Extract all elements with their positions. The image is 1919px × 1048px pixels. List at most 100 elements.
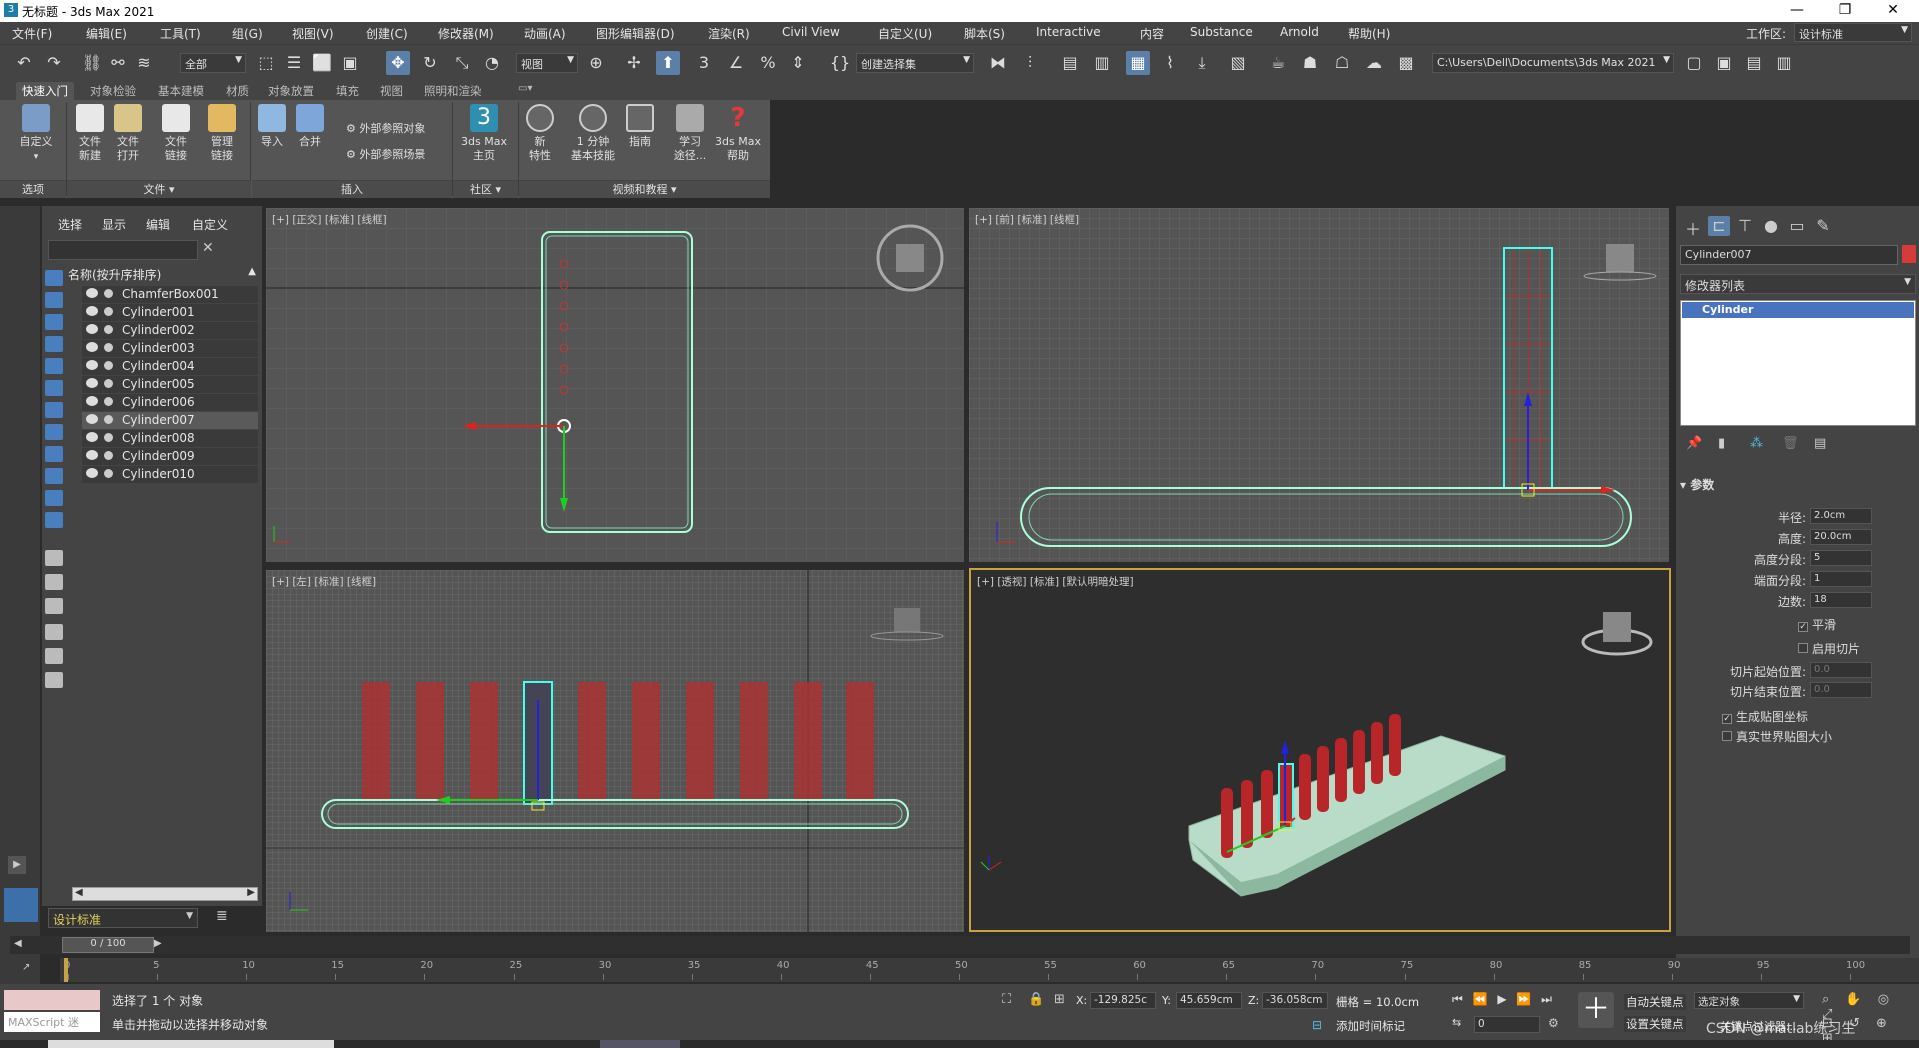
time-slider[interactable]: 0 / 100 (62, 937, 154, 953)
xref-object-button[interactable]: ⚙ 外部参照对象 (346, 120, 425, 136)
utilities-tab-icon[interactable]: ✎ (1812, 216, 1834, 236)
project-save-icon[interactable]: ▤ (1742, 51, 1766, 75)
render-setup-icon[interactable]: ▧ (1226, 51, 1250, 75)
tab-quick-start[interactable]: 快速入门 (16, 82, 74, 100)
slice-to-field[interactable]: 0.0 (1810, 682, 1872, 698)
time-cursor[interactable] (64, 958, 68, 982)
visibility-eye-icon[interactable] (86, 396, 98, 406)
visibility-eye-icon[interactable] (86, 450, 98, 460)
display-tab-icon[interactable]: ▭ (1786, 216, 1808, 236)
restore-button[interactable]: ❐ (1822, 0, 1868, 22)
display-references-icon[interactable] (45, 574, 63, 590)
schematic-view-icon[interactable]: ⌇ (1158, 51, 1182, 75)
freeze-dot-icon[interactable] (104, 451, 113, 460)
tab-lighting-rendering[interactable]: 照明和渲染 (418, 82, 488, 100)
filter-spacewarps-icon[interactable] (45, 380, 63, 396)
set-key-big-icon[interactable]: ＋ (1578, 992, 1614, 1028)
group-videos[interactable]: 视频和教程 ▾ (519, 180, 770, 198)
angle-snap-icon[interactable]: ∠ (724, 51, 748, 75)
workspace-dropdown[interactable]: 设计标准 ▼ (1794, 23, 1912, 42)
menu-content[interactable]: 内容 (1140, 25, 1164, 42)
one-minute-button[interactable]: 1 分钟 基本技能 (566, 104, 620, 163)
param-spinner[interactable]: 18 (1810, 592, 1872, 608)
render-production-icon[interactable]: ☗ (1298, 51, 1322, 75)
create-tab-icon[interactable]: ＋ (1682, 216, 1704, 239)
viewport-front[interactable]: [+] [前] [标准] [线框] (969, 208, 1669, 562)
clear-search-icon[interactable]: ✕ (202, 240, 214, 256)
viewport-top-label[interactable]: [+] [正交] [标准] [线框] (272, 212, 387, 227)
scroll-left-icon[interactable]: ◀ (75, 887, 83, 898)
show-end-result-icon[interactable]: ▮ (1718, 436, 1725, 451)
unlink-icon[interactable]: ⚯ (106, 51, 130, 75)
track-bar[interactable]: 0510152025303540455055606570758085909510… (60, 958, 1919, 982)
slice-on-checkbox[interactable]: 启用切片 (1798, 640, 1860, 657)
visibility-eye-icon[interactable] (86, 306, 98, 316)
filter-lights-icon[interactable] (45, 314, 63, 330)
smooth-checkbox[interactable]: ✓ 平滑 (1798, 616, 1836, 633)
freeze-dot-icon[interactable] (104, 469, 113, 478)
viewport-layout-icon[interactable] (4, 888, 38, 922)
align-icon[interactable]: ⫶ (1018, 51, 1042, 75)
freeze-dot-icon[interactable] (104, 325, 113, 334)
toggle-ribbon-icon[interactable]: ▥ (1090, 51, 1114, 75)
explorer-workspace-dropdown[interactable]: 设计标准 ▼ (48, 908, 198, 928)
spinner-snap-icon[interactable]: ⇕ (786, 51, 810, 75)
keyboard-shortcut-icon[interactable]: ⬆ (656, 51, 680, 75)
visibility-eye-icon[interactable] (86, 324, 98, 334)
select-by-name-icon[interactable]: ☰ (282, 51, 306, 75)
display-children-icon[interactable] (45, 550, 63, 566)
viewport-top[interactable]: [+] [正交] [标准] [线框] (266, 208, 964, 562)
visibility-eye-icon[interactable] (86, 378, 98, 388)
modifier-stack-item[interactable]: Cylinder (1682, 302, 1914, 318)
layer-stack-icon[interactable]: ≣ (216, 908, 228, 924)
param-spinner[interactable]: 1 (1810, 571, 1872, 587)
mirror-icon[interactable]: ⧓ (986, 51, 1010, 75)
menu-civil-view[interactable]: Civil View (782, 25, 840, 39)
freeze-dot-icon[interactable] (104, 289, 113, 298)
max-home-button[interactable]: 3 3ds Max 主页 (456, 104, 512, 163)
select-manipulate-icon[interactable]: ✢ (622, 51, 646, 75)
explorer-row[interactable]: Cylinder001 (82, 304, 258, 321)
filter-shapes-icon[interactable] (45, 292, 63, 308)
configure-sets-icon[interactable]: ▤ (1814, 436, 1826, 451)
menu-help[interactable]: 帮助(H) (1348, 25, 1390, 42)
z-coordinate-field[interactable]: -36.058cm (1262, 992, 1328, 1009)
select-object-icon[interactable]: ⬚ (254, 51, 278, 75)
rect-selection-icon[interactable]: ⬜ (310, 51, 334, 75)
placement-icon[interactable]: ◔ (480, 51, 504, 75)
expand-panel-icon[interactable]: ▶ (8, 856, 26, 874)
explorer-row[interactable]: Cylinder009 (82, 448, 258, 465)
explorer-tab-select[interactable]: 选择 (58, 216, 82, 233)
guide-button[interactable]: 指南 (622, 104, 658, 149)
y-coordinate-field[interactable]: 45.659cm (1176, 992, 1242, 1009)
explorer-row[interactable]: Cylinder002 (82, 322, 258, 339)
explorer-row[interactable]: Cylinder007 (82, 412, 258, 429)
filter-groups-icon[interactable] (45, 402, 63, 418)
named-selection-dropdown[interactable]: 创建选择集 ▼ (856, 53, 974, 73)
pin-stack-icon[interactable]: 📌 (1686, 436, 1702, 451)
visibility-eye-icon[interactable] (86, 288, 98, 298)
close-button[interactable]: ✕ (1870, 0, 1916, 22)
filter-frozen-icon[interactable] (45, 490, 63, 506)
x-coordinate-field[interactable]: -129.825c (1090, 992, 1156, 1009)
import-button[interactable]: 导入 (254, 104, 290, 149)
menu-rendering[interactable]: 渲染(R) (708, 25, 750, 42)
ribbon-options-icon[interactable]: ▭▾ (512, 82, 538, 95)
auto-key-button[interactable]: 自动关键点 (1624, 994, 1686, 1010)
move-icon[interactable]: ✥ (386, 51, 410, 75)
viewport-front-label[interactable]: [+] [前] [标准] [线框] (975, 212, 1079, 227)
viewport-left[interactable]: [+] [左] [标准] [线框] (266, 570, 964, 932)
tab-object-inspection[interactable]: 对象检验 (84, 82, 142, 100)
menu-interactive[interactable]: Interactive (1036, 25, 1101, 39)
slice-from-field[interactable]: 0.0 (1810, 662, 1872, 678)
tab-populate[interactable]: 填充 (330, 82, 365, 100)
undo-icon[interactable]: ↶ (12, 51, 36, 75)
visibility-eye-icon[interactable] (86, 342, 98, 352)
percent-snap-icon[interactable]: % (756, 51, 780, 75)
freeze-dot-icon[interactable] (104, 379, 113, 388)
menu-views[interactable]: 视图(V) (292, 25, 334, 42)
add-time-tag-button[interactable]: 添加时间标记 (1336, 1018, 1405, 1034)
menu-group[interactable]: 组(G) (232, 25, 263, 42)
visibility-eye-icon[interactable] (86, 432, 98, 442)
real-world-checkbox[interactable]: 真实世界贴图大小 (1722, 728, 1832, 745)
